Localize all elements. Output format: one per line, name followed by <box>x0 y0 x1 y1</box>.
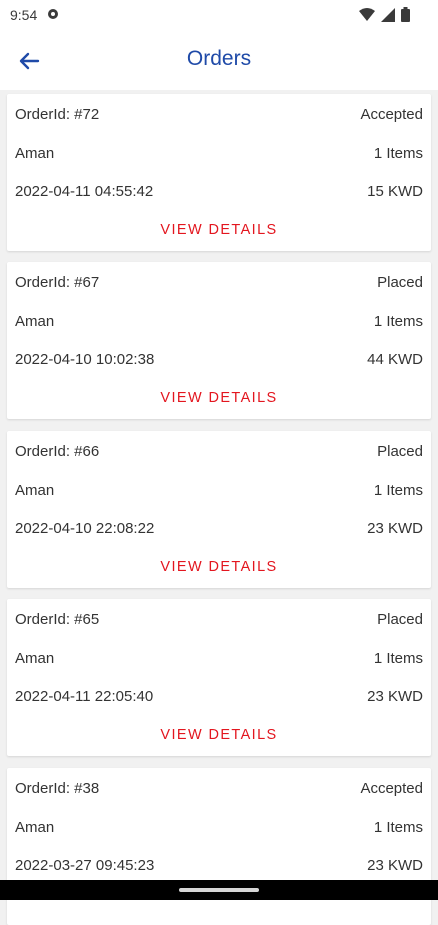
customer-row: Aman 1 Items <box>15 145 423 165</box>
date-row: 2022-04-10 10:02:38 44 KWD <box>15 351 423 371</box>
order-id: OrderId: #72 <box>15 106 100 123</box>
order-card: OrderId: #38 Accepted Aman 1 Items 2022-… <box>7 768 431 925</box>
customer-row: Aman 1 Items <box>15 313 423 333</box>
home-handle[interactable] <box>179 888 259 892</box>
order-card: OrderId: #65 Placed Aman 1 Items 2022-04… <box>7 599 431 756</box>
item-count: 1 Items <box>373 482 423 499</box>
system-navigation-bar <box>0 880 438 900</box>
order-status: Placed <box>377 611 423 628</box>
view-details-button[interactable]: VIEW DETAILS <box>7 727 431 743</box>
order-card: OrderId: #67 Placed Aman 1 Items 2022-04… <box>7 262 431 419</box>
view-details-button[interactable]: VIEW DETAILS <box>7 222 431 238</box>
order-id-row: OrderId: #65 Placed <box>15 611 423 631</box>
order-id-row: OrderId: #67 Placed <box>15 274 423 294</box>
order-card: OrderId: #72 Accepted Aman 1 Items 2022-… <box>7 94 431 251</box>
order-status: Placed <box>377 443 423 460</box>
order-amount: 23 KWD <box>367 688 423 705</box>
view-details-button[interactable]: VIEW DETAILS <box>7 559 431 575</box>
order-date: 2022-04-11 04:55:42 <box>15 183 154 200</box>
item-count: 1 Items <box>373 650 423 667</box>
notification-icon <box>46 7 60 26</box>
status-time: 9:54 <box>10 7 38 23</box>
order-status: Placed <box>377 274 423 291</box>
date-row: 2022-04-10 22:08:22 23 KWD <box>15 520 423 540</box>
customer-name: Aman <box>15 819 55 836</box>
wifi-icon <box>359 7 375 27</box>
order-id-row: OrderId: #72 Accepted <box>15 106 423 126</box>
item-count: 1 Items <box>373 819 423 836</box>
order-date: 2022-04-10 10:02:38 <box>15 351 155 368</box>
order-date: 2022-04-11 22:05:40 <box>15 688 154 705</box>
order-amount: 15 KWD <box>367 183 423 200</box>
order-id: OrderId: #38 <box>15 780 100 797</box>
customer-name: Aman <box>15 482 55 499</box>
customer-name: Aman <box>15 650 55 667</box>
battery-icon <box>401 7 410 27</box>
customer-row: Aman 1 Items <box>15 819 423 839</box>
date-row: 2022-04-11 04:55:42 15 KWD <box>15 183 423 203</box>
order-id: OrderId: #65 <box>15 611 100 628</box>
item-count: 1 Items <box>373 145 423 162</box>
app-bar: Orders <box>0 30 438 90</box>
order-id: OrderId: #67 <box>15 274 100 291</box>
customer-row: Aman 1 Items <box>15 482 423 502</box>
signal-icon <box>381 7 395 27</box>
status-bar: 9:54 <box>0 0 438 30</box>
view-details-button[interactable]: VIEW DETAILS <box>7 390 431 406</box>
order-status: Accepted <box>360 780 423 797</box>
customer-name: Aman <box>15 145 55 162</box>
order-amount: 23 KWD <box>367 520 423 537</box>
order-card: OrderId: #66 Placed Aman 1 Items 2022-04… <box>7 431 431 588</box>
item-count: 1 Items <box>373 313 423 330</box>
order-id: OrderId: #66 <box>15 443 100 460</box>
customer-name: Aman <box>15 313 55 330</box>
order-date: 2022-04-10 22:08:22 <box>15 520 155 537</box>
order-amount: 44 KWD <box>367 351 423 368</box>
order-status: Accepted <box>360 106 423 123</box>
order-date: 2022-03-27 09:45:23 <box>15 857 155 874</box>
page-title: Orders <box>186 47 252 70</box>
order-amount: 23 KWD <box>367 857 423 874</box>
status-icons <box>359 7 410 27</box>
customer-row: Aman 1 Items <box>15 650 423 670</box>
date-row: 2022-03-27 09:45:23 23 KWD <box>15 857 423 877</box>
order-id-row: OrderId: #66 Placed <box>15 443 423 463</box>
date-row: 2022-04-11 22:05:40 23 KWD <box>15 688 423 708</box>
order-id-row: OrderId: #38 Accepted <box>15 780 423 800</box>
